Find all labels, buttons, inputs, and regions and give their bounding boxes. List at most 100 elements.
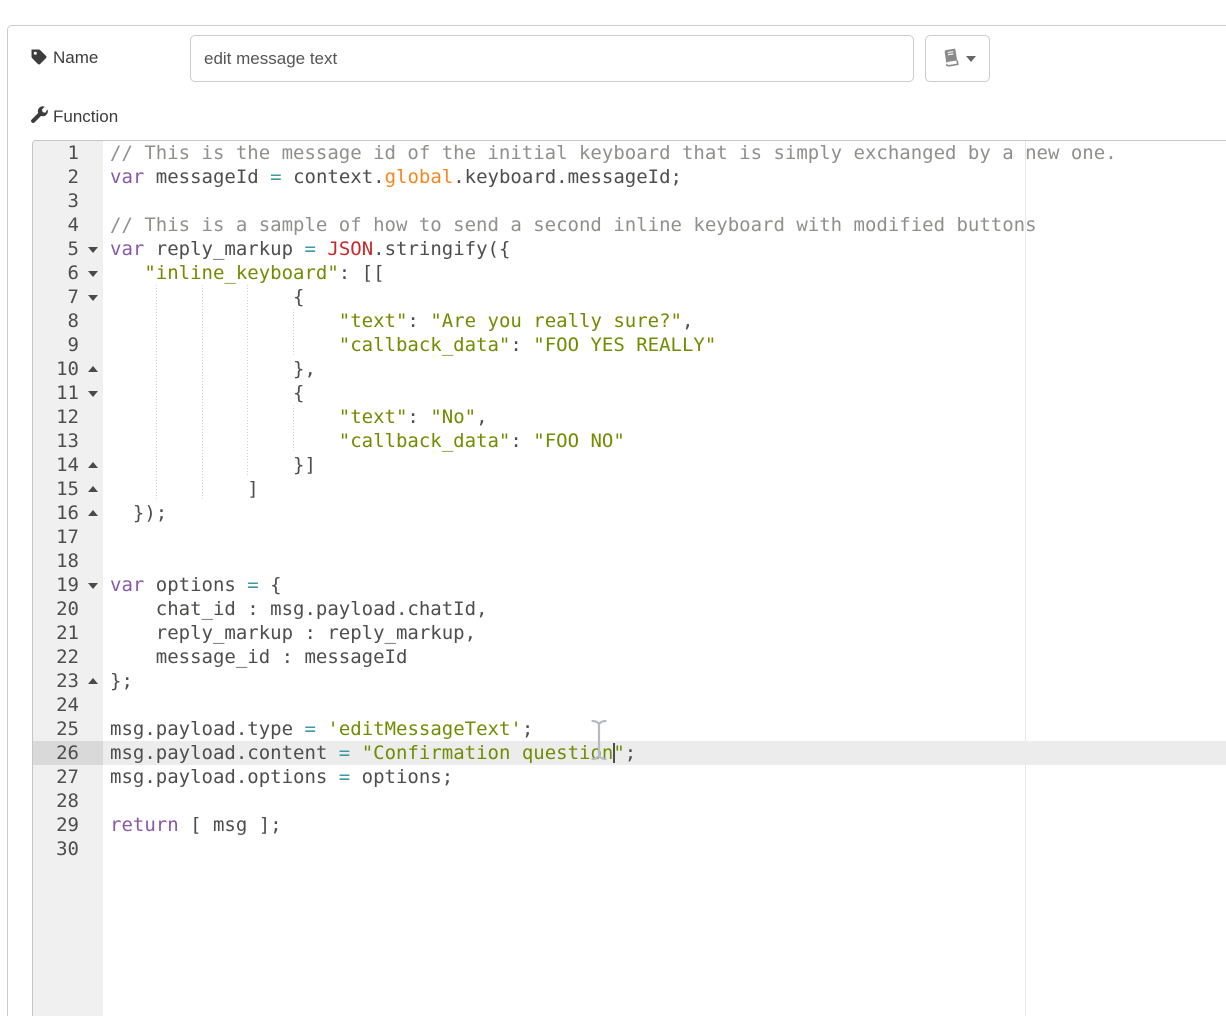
gutter-cell[interactable]: 23	[33, 669, 103, 693]
gutter-line-number: 25	[33, 717, 103, 741]
gutter-line-number: 27	[33, 765, 103, 789]
code-line[interactable]: {	[103, 381, 1226, 405]
gutter-line-number: 20	[33, 597, 103, 621]
indent-guide	[202, 285, 203, 309]
fold-widget-icon[interactable]	[88, 366, 98, 372]
gutter-line-number: 2	[33, 165, 103, 189]
code-line[interactable]	[103, 789, 1226, 813]
gutter-cell[interactable]: 1	[33, 141, 103, 165]
function-code-editor[interactable]: 1234567891011121314151617181920212223242…	[32, 140, 1226, 1016]
gutter-cell[interactable]: 5	[33, 237, 103, 261]
gutter-line-number: 24	[33, 693, 103, 717]
fold-widget-icon[interactable]	[88, 462, 98, 468]
code-line[interactable]: "text": "Are you really sure?",	[103, 309, 1226, 333]
gutter-cell[interactable]: 26	[33, 741, 103, 765]
gutter-cell[interactable]: 28	[33, 789, 103, 813]
code-line[interactable]	[103, 189, 1226, 213]
indent-guide	[156, 429, 157, 453]
code-line[interactable]	[103, 549, 1226, 573]
fold-widget-icon[interactable]	[88, 486, 98, 492]
code-line[interactable]: msg.payload.content = "Confirmation ques…	[103, 741, 1226, 765]
gutter-cell[interactable]: 8	[33, 309, 103, 333]
gutter-cell[interactable]: 22	[33, 645, 103, 669]
gutter-cell[interactable]: 27	[33, 765, 103, 789]
indent-guide	[247, 429, 248, 453]
gutter-cell[interactable]: 13	[33, 429, 103, 453]
indent-guide	[293, 333, 294, 357]
name-label: Name	[53, 48, 98, 68]
gutter-cell[interactable]: 9	[33, 333, 103, 357]
indent-guide	[202, 333, 203, 357]
gutter-line-number: 28	[33, 789, 103, 813]
code-line[interactable]: return [ msg ];	[103, 813, 1226, 837]
gutter-cell[interactable]: 30	[33, 837, 103, 861]
code-line[interactable]: {	[103, 285, 1226, 309]
code-line[interactable]: msg.payload.type = 'editMessageText';	[103, 717, 1226, 741]
gutter-cell[interactable]: 6	[33, 261, 103, 285]
indent-guide	[156, 285, 157, 309]
code-line[interactable]: ]	[103, 477, 1226, 501]
gutter-cell[interactable]: 15	[33, 477, 103, 501]
code-line[interactable]: // This is the message id of the initial…	[103, 141, 1226, 165]
gutter-cell[interactable]: 24	[33, 693, 103, 717]
indent-guide	[293, 405, 294, 429]
code-line[interactable]: "callback_data": "FOO YES REALLY"	[103, 333, 1226, 357]
gutter-cell[interactable]: 11	[33, 381, 103, 405]
fold-widget-icon[interactable]	[88, 678, 98, 684]
gutter-cell[interactable]: 25	[33, 717, 103, 741]
code-line[interactable]: var reply_markup = JSON.stringify({	[103, 237, 1226, 261]
code-line[interactable]: message_id : messageId	[103, 645, 1226, 669]
fold-widget-icon[interactable]	[88, 391, 98, 397]
gutter-line-number: 9	[33, 333, 103, 357]
indent-guide	[202, 429, 203, 453]
fold-widget-icon[interactable]	[88, 583, 98, 589]
code-line[interactable]: var messageId = context.global.keyboard.…	[103, 165, 1226, 189]
indent-guide	[156, 309, 157, 333]
gutter-cell[interactable]: 20	[33, 597, 103, 621]
gutter-cell[interactable]: 14	[33, 453, 103, 477]
indent-guide	[156, 333, 157, 357]
code-line[interactable]: "callback_data": "FOO NO"	[103, 429, 1226, 453]
code-line[interactable]: msg.payload.options = options;	[103, 765, 1226, 789]
gutter-cell[interactable]: 12	[33, 405, 103, 429]
indent-guide	[247, 309, 248, 333]
editor-code-area[interactable]: // This is the message id of the initial…	[103, 141, 1226, 1016]
code-line[interactable]: });	[103, 501, 1226, 525]
gutter-cell[interactable]: 2	[33, 165, 103, 189]
fold-widget-icon[interactable]	[88, 510, 98, 516]
gutter-cell[interactable]: 16	[33, 501, 103, 525]
gutter-cell[interactable]: 4	[33, 213, 103, 237]
gutter-line-number: 22	[33, 645, 103, 669]
gutter-cell[interactable]: 3	[33, 189, 103, 213]
code-line[interactable]: };	[103, 669, 1226, 693]
gutter-line-number: 29	[33, 813, 103, 837]
fold-widget-icon[interactable]	[88, 271, 98, 277]
name-input[interactable]	[190, 35, 914, 82]
gutter-cell[interactable]: 18	[33, 549, 103, 573]
code-line[interactable]	[103, 693, 1226, 717]
code-line[interactable]	[103, 525, 1226, 549]
gutter-line-number: 13	[33, 429, 103, 453]
gutter-cell[interactable]: 19	[33, 573, 103, 597]
fold-widget-icon[interactable]	[88, 295, 98, 301]
library-button[interactable]	[925, 35, 990, 82]
code-line[interactable]: "text": "No",	[103, 405, 1226, 429]
gutter-cell[interactable]: 17	[33, 525, 103, 549]
code-line[interactable]: "inline_keyboard": [[	[103, 261, 1226, 285]
indent-guide	[247, 357, 248, 381]
indent-guide	[247, 285, 248, 309]
gutter-cell[interactable]: 29	[33, 813, 103, 837]
code-line[interactable]: reply_markup : reply_markup,	[103, 621, 1226, 645]
fold-widget-icon[interactable]	[88, 247, 98, 253]
gutter-cell[interactable]: 21	[33, 621, 103, 645]
code-line[interactable]: // This is a sample of how to send a sec…	[103, 213, 1226, 237]
code-line[interactable]: chat_id : msg.payload.chatId,	[103, 597, 1226, 621]
code-line[interactable]: var options = {	[103, 573, 1226, 597]
gutter-cell[interactable]: 10	[33, 357, 103, 381]
gutter-cell[interactable]: 7	[33, 285, 103, 309]
code-line[interactable]: }]	[103, 453, 1226, 477]
code-line[interactable]: },	[103, 357, 1226, 381]
indent-guide	[293, 309, 294, 333]
code-line[interactable]	[103, 837, 1226, 861]
indent-guide	[247, 453, 248, 477]
